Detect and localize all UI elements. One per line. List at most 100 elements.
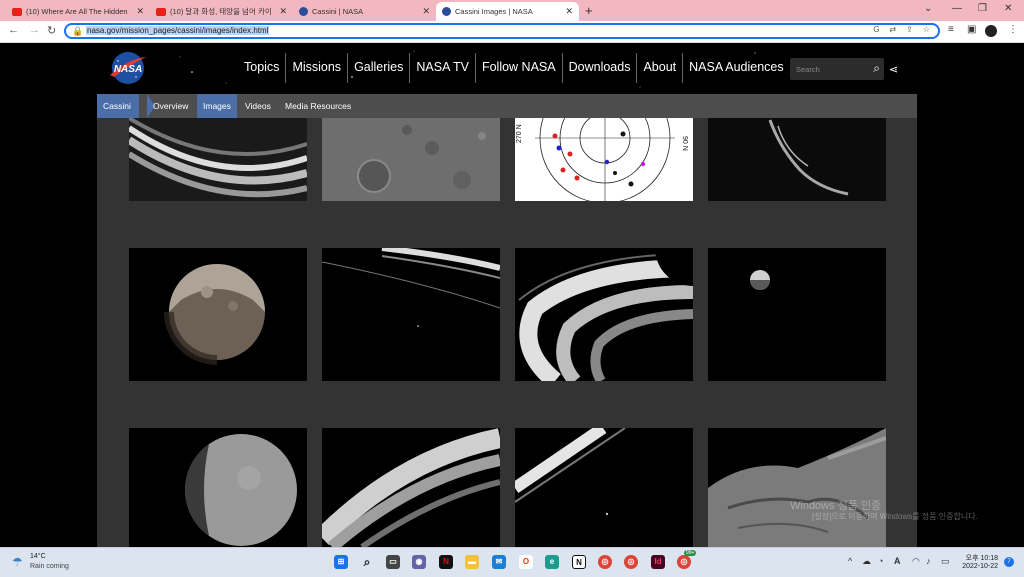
battery-icon[interactable]: ▭ bbox=[941, 556, 950, 567]
restore-icon[interactable]: ❐ bbox=[978, 3, 987, 14]
system-clock[interactable]: 오후 10:18 2022-10-22 bbox=[960, 553, 998, 570]
close-tab-icon[interactable]: ✕ bbox=[422, 6, 430, 17]
indesign-icon[interactable]: Id bbox=[651, 555, 665, 569]
activation-watermark-text: [설정]으로 이동하여 Windows를 정품 인증합니다. bbox=[812, 512, 978, 521]
file-explorer-icon[interactable]: ▬ bbox=[465, 555, 479, 569]
gallery-thumbnail[interactable] bbox=[129, 428, 307, 547]
tab-title: (10) Where Are All The Hidden bbox=[26, 7, 128, 16]
rain-cloud-icon: ☂ bbox=[12, 555, 23, 569]
minimize-icon[interactable]: — bbox=[952, 3, 962, 14]
nav-follow-nasa[interactable]: Follow NASA bbox=[474, 53, 562, 83]
browser-tab-1[interactable]: (10) Where Are All The Hidden ✕ bbox=[6, 2, 150, 21]
browser-tab-strip: (10) Where Are All The Hidden ✕ (10) 달과 … bbox=[0, 0, 1024, 21]
youtube-icon bbox=[12, 7, 22, 16]
input-method-icon[interactable]: A bbox=[894, 556, 901, 566]
nav-downloads[interactable]: Downloads bbox=[561, 53, 637, 83]
nav-nasa-audiences[interactable]: NASA Audiences bbox=[682, 53, 790, 83]
share-icon[interactable]: ⇪ bbox=[906, 25, 913, 34]
gallery-thumbnail[interactable] bbox=[708, 248, 886, 381]
search-input[interactable]: Search ⌕ bbox=[790, 58, 884, 80]
reading-list-icon[interactable]: ≡ bbox=[948, 24, 954, 35]
subnav-overview[interactable]: Overview bbox=[147, 94, 194, 118]
logo-text: NASA bbox=[114, 64, 142, 75]
gallery-thumbnail[interactable] bbox=[708, 428, 886, 547]
wifi-icon[interactable]: ◠ bbox=[912, 556, 920, 567]
youtube-icon bbox=[156, 7, 166, 16]
reload-icon[interactable]: ↻ bbox=[47, 24, 56, 37]
chrome-active-icon[interactable]: ◎ bbox=[624, 555, 638, 569]
tab-title: Cassini | NASA bbox=[312, 7, 364, 16]
edge-icon[interactable]: e bbox=[545, 555, 559, 569]
netflix-icon[interactable]: N bbox=[439, 555, 453, 569]
tab-title: Cassini Images | NASA bbox=[455, 7, 533, 16]
translate-icon[interactable]: ⇄ bbox=[889, 25, 896, 34]
lock-icon[interactable]: 🔒 bbox=[72, 26, 83, 37]
browser-tab-2[interactable]: (10) 달과 화성, 태양을 넘어 카이 ✕ bbox=[150, 2, 293, 21]
subnav-images[interactable]: Images bbox=[197, 94, 237, 118]
gallery-thumbnail[interactable] bbox=[708, 118, 886, 201]
bookmark-star-icon[interactable]: ☆ bbox=[923, 25, 930, 34]
headset-icon[interactable]: ◔ bbox=[878, 556, 883, 566]
nasa-icon bbox=[299, 7, 308, 16]
task-view-icon[interactable]: ▭ bbox=[386, 555, 400, 569]
gallery-thumbnail[interactable] bbox=[322, 428, 500, 547]
chrome-icon[interactable]: ◎ bbox=[598, 555, 612, 569]
chevron-up-icon[interactable]: ^ bbox=[848, 556, 852, 566]
gallery-thumbnail[interactable] bbox=[322, 248, 500, 381]
gallery-thumbnail[interactable] bbox=[129, 118, 307, 201]
notion-icon[interactable]: N bbox=[572, 555, 586, 569]
notification-count[interactable]: 7 bbox=[1004, 557, 1014, 567]
nav-missions[interactable]: Missions bbox=[285, 53, 347, 83]
browser-toolbar: ← → ↻ 🔒 nasa.gov/mission_pages/cassini/i… bbox=[0, 21, 1024, 43]
nasa-logo[interactable]: NASA bbox=[108, 51, 148, 85]
browser-tab-3[interactable]: Cassini | NASA ✕ bbox=[293, 2, 436, 21]
google-icon[interactable]: G bbox=[873, 25, 879, 34]
nasa-icon bbox=[442, 7, 451, 16]
chart-label-left: 270 N bbox=[516, 124, 523, 143]
main-nav: Topics Missions Galleries NASA TV Follow… bbox=[238, 53, 790, 83]
close-tab-icon[interactable]: ✕ bbox=[565, 6, 573, 17]
nav-galleries[interactable]: Galleries bbox=[347, 53, 409, 83]
nav-topics[interactable]: Topics bbox=[238, 53, 285, 83]
forward-icon[interactable]: → bbox=[29, 24, 40, 36]
search-icon[interactable]: ⌕ bbox=[873, 61, 880, 76]
chat-icon[interactable]: ◉ bbox=[412, 555, 426, 569]
chevron-down-icon[interactable]: ⌄ bbox=[924, 3, 932, 14]
search-placeholder: Search bbox=[796, 65, 820, 74]
profile-avatar[interactable] bbox=[985, 25, 997, 37]
chart-label-right: 90 N bbox=[681, 136, 688, 151]
url-text[interactable]: nasa.gov/mission_pages/cassini/images/in… bbox=[86, 26, 270, 35]
side-panel-icon[interactable]: ▣ bbox=[967, 24, 976, 35]
mail-icon[interactable]: ✉ bbox=[492, 555, 506, 569]
more-menu-icon[interactable]: ⋮ bbox=[1008, 24, 1018, 35]
windows-taskbar: ☂ 14°C Rain coming ⊞ ⌕ ▭ ◉ N ▬ ✉ O e N ◎… bbox=[0, 547, 1024, 577]
clock-date: 2022-10-22 bbox=[962, 563, 998, 570]
search-icon[interactable]: ⌕ bbox=[360, 555, 374, 569]
subnav-media-resources[interactable]: Media Resources bbox=[279, 94, 357, 118]
cloud-sync-icon[interactable]: ☁ bbox=[862, 556, 871, 567]
new-tab-icon[interactable]: + bbox=[585, 3, 593, 18]
subnav-cassini[interactable]: Cassini bbox=[97, 94, 139, 118]
office-icon[interactable]: O bbox=[519, 555, 533, 569]
gallery-thumbnail[interactable]: 270 N 90 N bbox=[515, 118, 693, 201]
address-bar[interactable]: 🔒 nasa.gov/mission_pages/cassini/images/… bbox=[64, 23, 940, 39]
clock-time: 오후 10:18 bbox=[965, 555, 998, 562]
volume-icon[interactable]: ♪ bbox=[926, 556, 931, 566]
nav-about[interactable]: About bbox=[636, 53, 682, 83]
share-icon[interactable]: ⋖ bbox=[889, 63, 898, 76]
close-window-icon[interactable]: ✕ bbox=[1004, 3, 1012, 14]
subnav-videos[interactable]: Videos bbox=[239, 94, 277, 118]
gallery-thumbnail[interactable] bbox=[515, 248, 693, 381]
nav-nasa-tv[interactable]: NASA TV bbox=[409, 53, 475, 83]
close-tab-icon[interactable]: ✕ bbox=[279, 6, 287, 17]
notification-badge: 99+ bbox=[684, 550, 697, 556]
gallery-thumbnail[interactable] bbox=[129, 248, 307, 381]
mission-subnav: Cassini Overview Images Videos Media Res… bbox=[97, 94, 917, 118]
close-tab-icon[interactable]: ✕ bbox=[136, 6, 144, 17]
browser-tab-4[interactable]: Cassini Images | NASA ✕ bbox=[436, 2, 579, 21]
gallery-thumbnail[interactable] bbox=[515, 428, 693, 547]
back-icon[interactable]: ← bbox=[8, 24, 19, 36]
chrome-profile-icon[interactable]: ◎ bbox=[677, 555, 691, 569]
windows-start-icon[interactable]: ⊞ bbox=[334, 555, 348, 569]
gallery-thumbnail[interactable] bbox=[322, 118, 500, 201]
